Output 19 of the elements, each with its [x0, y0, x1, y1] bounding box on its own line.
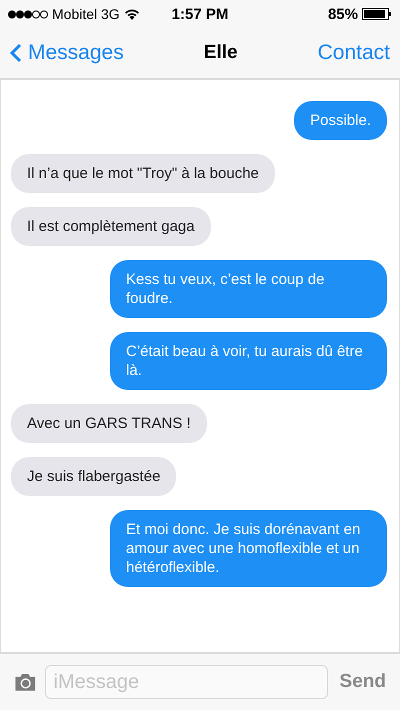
sent-message: C’était beau à voir, tu aurais dû être là. [110, 332, 387, 390]
battery-icon [362, 8, 392, 20]
received-message: Il est complètement gaga [11, 207, 211, 246]
received-message: Il n’a que le mot "Troy" à la bouche [11, 154, 275, 193]
battery-percent: 85% [328, 6, 358, 22]
received-message: Avec un GARS TRANS ! [11, 404, 207, 443]
conversation-title: Elle [204, 42, 238, 64]
back-link[interactable]: Messages [10, 41, 124, 65]
sent-message: Et moi donc. Je suis dorénavant en amour avec une homoflexible et un hétéroflexible. [110, 510, 387, 587]
sent-message: Kess tu veux, c’est le coup de foudre. [110, 260, 387, 318]
chevron-icon [10, 43, 22, 63]
wifi-icon [124, 8, 140, 20]
send-button[interactable]: Send [336, 671, 386, 693]
received-message: Je suis flabergastée [11, 457, 176, 496]
sent-message: Possible. [294, 101, 387, 140]
carrier-name: Mobitel 3G [52, 6, 120, 22]
signal-icon [8, 10, 48, 18]
contact-link[interactable]: Contact [318, 41, 390, 65]
status-time: 1:57 PM [172, 6, 228, 22]
